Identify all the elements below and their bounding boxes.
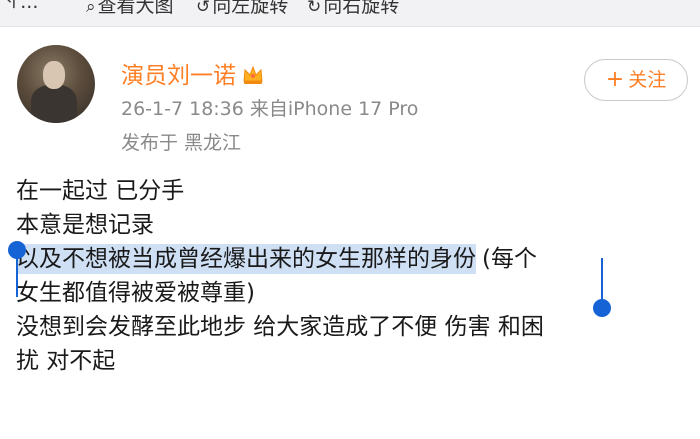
- content-line: 本意是想记录: [16, 212, 154, 238]
- selection-end-bar: [601, 258, 603, 300]
- avatar[interactable]: [17, 45, 95, 123]
- viewer-toolbar: ↰... ⌕ 查看大图 ↺ 向左旋转 ↻ 向右旋转: [0, 0, 700, 27]
- image-search-icon: ⌕: [86, 0, 96, 17]
- weibo-post: 演员刘一诺 26-1-7 18:36 来自iPhone 17 Pro 发布于 黑…: [0, 26, 700, 439]
- back-icon: ↰: [4, 0, 19, 13]
- rotate-right-icon: ↻: [307, 0, 322, 17]
- content-line: 以及不想被当成曾经爆出来的女生那样的身份 (每个: [16, 242, 544, 276]
- toolbar-rotate-right[interactable]: ↻ 向右旋转: [307, 0, 399, 18]
- selection-start-bar: [16, 252, 18, 297]
- rotate-left-icon: ↺: [196, 0, 211, 17]
- username-text: 演员刘一诺: [121, 63, 236, 89]
- content-line: 在一起过 已分手: [16, 178, 185, 204]
- toolbar-rotate-left[interactable]: ↺ 向左旋转: [196, 0, 288, 18]
- plus-icon: +: [605, 67, 625, 92]
- content-text: (每个: [482, 246, 537, 272]
- toolbar-back[interactable]: ↰...: [4, 0, 38, 13]
- content-line: 没想到会发酵至此地步 给大家造成了不便 伤害 和困: [16, 314, 544, 340]
- post-content: 在一起过 已分手 本意是想记录 以及不想被当成曾经爆出来的女生那样的身份 (每个 …: [16, 174, 544, 378]
- follow-button[interactable]: + 关注: [584, 59, 688, 101]
- content-line: 扰 对不起: [16, 348, 116, 374]
- post-location: 发布于 黑龙江: [121, 132, 242, 154]
- content-line: 女生都值得被爱被尊重): [16, 280, 255, 306]
- post-author[interactable]: 演员刘一诺: [121, 56, 264, 90]
- selected-text[interactable]: 以及不想被当成曾经爆出来的女生那样的身份: [16, 244, 476, 274]
- toolbar-view-image[interactable]: ⌕ 查看大图: [86, 0, 174, 18]
- crown-icon: [242, 65, 264, 85]
- post-meta: 26-1-7 18:36 来自iPhone 17 Pro: [121, 98, 419, 120]
- selection-end-handle[interactable]: [593, 299, 611, 317]
